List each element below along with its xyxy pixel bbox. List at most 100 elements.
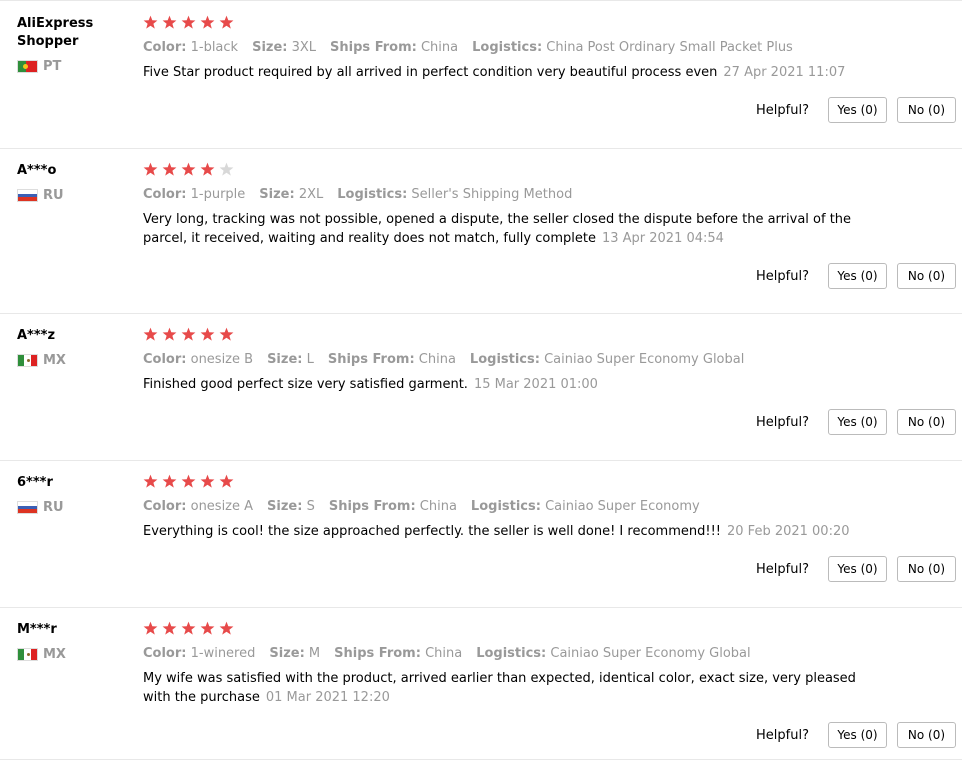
star-filled-icon <box>181 474 196 489</box>
helpful-label: Helpful? <box>756 414 809 430</box>
star-filled-icon <box>200 474 215 489</box>
country-code: RU <box>43 500 64 515</box>
attribute-value: China Post Ordinary Small Packet Plus <box>546 40 793 55</box>
review-date: 27 Apr 2021 11:07 <box>723 65 846 80</box>
helpful-no-button[interactable]: No (0) <box>897 722 956 748</box>
star-filled-icon <box>181 162 196 177</box>
star-empty-icon <box>219 162 234 177</box>
helpful-no-button[interactable]: No (0) <box>897 263 956 289</box>
review-item: AliExpress Shopper PT Color: 1-black Size: … <box>0 1 962 149</box>
helpful-no-button[interactable]: No (0) <box>897 409 956 435</box>
attribute-value: onesize A <box>190 499 254 514</box>
product-attributes: Color: 1-black Size: 3XL Ships From: China… <box>143 38 943 58</box>
attribute-label: Logistics: <box>470 499 541 514</box>
product-attribute: Ships From: China <box>328 352 456 367</box>
review-text: Everything is cool! the size approached … <box>143 522 883 541</box>
review-content: Finished good perfect size very satisfie… <box>143 377 468 392</box>
review-content: Everything is cool! the size approached … <box>143 524 721 539</box>
star-filled-icon <box>219 621 234 636</box>
country-flag-icon <box>17 189 38 202</box>
star-filled-icon <box>162 162 177 177</box>
helpful-yes-button[interactable]: Yes (0) <box>828 409 887 435</box>
star-filled-icon <box>143 474 158 489</box>
attribute-label: Size: <box>267 352 303 367</box>
country-code: MX <box>43 647 66 662</box>
product-attribute: Size: 2XL <box>259 187 323 202</box>
attribute-value: 2XL <box>298 187 324 202</box>
review-item: 6***r RU Color: onesize A Size: S Ships From… <box>0 460 962 608</box>
star-rating <box>143 327 943 345</box>
helpful-label: Helpful? <box>756 102 809 118</box>
country-flag-icon <box>17 354 38 367</box>
attribute-value: Cainiao Super Economy Global <box>550 646 751 661</box>
product-attributes: Color: 1-purple Size: 2XL Logistics: Selle… <box>143 185 943 205</box>
helpful-yes-button[interactable]: Yes (0) <box>828 263 887 289</box>
star-rating <box>143 15 943 33</box>
review-text: Finished good perfect size very satisfie… <box>143 375 883 394</box>
attribute-value: S <box>306 499 315 514</box>
product-attribute: Color: 1-purple <box>143 187 245 202</box>
helpful-vote: Helpful? Yes (0) No (0) <box>756 97 956 123</box>
attribute-label: Ships From: <box>328 499 416 514</box>
star-rating <box>143 162 943 180</box>
attribute-label: Ships From: <box>334 646 421 661</box>
helpful-no-button[interactable]: No (0) <box>897 556 956 582</box>
helpful-yes-button[interactable]: Yes (0) <box>828 556 887 582</box>
product-attribute: Ships From: China <box>330 40 458 55</box>
product-attribute: Size: L <box>267 352 314 367</box>
reviewer-country: MX <box>17 647 127 662</box>
star-filled-icon <box>219 327 234 342</box>
product-attribute: Size: M <box>269 646 320 661</box>
product-attributes: Color: 1-winered Size: M Ships From: China… <box>143 644 943 664</box>
helpful-yes-button[interactable]: Yes (0) <box>828 722 887 748</box>
review-content: Very long, tracking was not possible, op… <box>143 212 852 246</box>
product-attribute: Ships From: China <box>334 646 462 661</box>
product-attribute: Color: onesize A <box>143 499 253 514</box>
star-filled-icon <box>200 621 215 636</box>
helpful-yes-button[interactable]: Yes (0) <box>828 97 887 123</box>
attribute-value: 1-black <box>190 40 239 55</box>
product-attributes: Color: onesize B Size: L Ships From: China… <box>143 350 943 370</box>
attribute-label: Ships From: <box>327 352 415 367</box>
review-content: Five Star product required by all arrive… <box>143 65 718 80</box>
product-attribute: Size: S <box>267 499 315 514</box>
star-filled-icon <box>219 15 234 30</box>
review-text: Five Star product required by all arrive… <box>143 63 883 82</box>
review-body: Color: onesize B Size: L Ships From: China… <box>143 327 943 394</box>
star-filled-icon <box>162 621 177 636</box>
attribute-value: Seller's Shipping Method <box>411 187 573 202</box>
attribute-value: 1-winered <box>190 646 256 661</box>
star-filled-icon <box>143 621 158 636</box>
attribute-value: Cainiao Super Economy <box>545 499 700 514</box>
attribute-label: Logistics: <box>337 187 408 202</box>
attribute-value: 3XL <box>291 40 317 55</box>
star-filled-icon <box>162 474 177 489</box>
attribute-value: China <box>419 499 457 514</box>
reviewer-country: RU <box>17 500 127 515</box>
review-item: A***o RU Color: 1-purple Size: 2XL Logistics… <box>0 148 962 314</box>
product-attribute: Logistics: China Post Ordinary Small Pac… <box>472 40 793 55</box>
attribute-value: M <box>308 646 321 661</box>
country-code: PT <box>43 59 62 74</box>
star-filled-icon <box>200 15 215 30</box>
attribute-label: Logistics: <box>476 646 547 661</box>
attribute-value: 1-purple <box>190 187 246 202</box>
country-flag-icon <box>17 648 38 661</box>
reviewer-name: M***r <box>17 622 57 637</box>
helpful-no-button[interactable]: No (0) <box>897 97 956 123</box>
reviewer-info: A***o RU <box>17 162 127 203</box>
review-date: 20 Feb 2021 00:20 <box>727 524 850 539</box>
star-filled-icon <box>181 621 196 636</box>
product-attribute: Ships From: China <box>329 499 457 514</box>
helpful-vote: Helpful? Yes (0) No (0) <box>756 556 956 582</box>
helpful-label: Helpful? <box>756 561 809 577</box>
star-filled-icon <box>200 162 215 177</box>
helpful-label: Helpful? <box>756 727 809 743</box>
reviewer-info: M***r MX <box>17 621 127 662</box>
review-text: Very long, tracking was not possible, op… <box>143 210 883 248</box>
review-item: M***r MX Color: 1-winered Size: M Ships From… <box>0 607 962 760</box>
review-content: My wife was satisfied with the product, … <box>143 671 856 705</box>
star-filled-icon <box>143 15 158 30</box>
helpful-label: Helpful? <box>756 268 809 284</box>
star-filled-icon <box>219 474 234 489</box>
